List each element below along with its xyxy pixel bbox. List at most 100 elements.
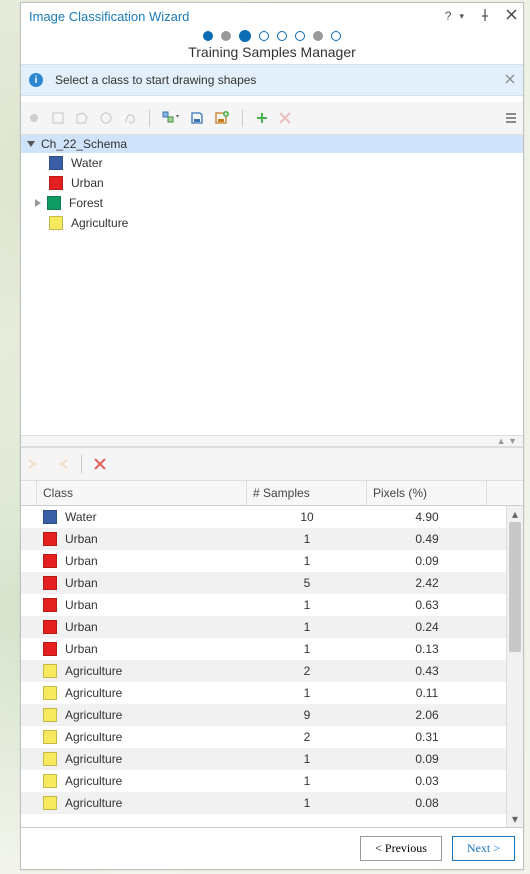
pin-icon[interactable] bbox=[472, 9, 490, 24]
table-row[interactable]: Agriculture92.06 bbox=[21, 704, 506, 726]
row-swatch bbox=[43, 730, 57, 744]
table-row[interactable]: Urban 52.42 bbox=[21, 572, 506, 594]
table-row[interactable]: Agriculture20.43 bbox=[21, 660, 506, 682]
options-dropdown-icon[interactable]: ▾ bbox=[459, 11, 464, 22]
scroll-thumb[interactable] bbox=[509, 522, 521, 652]
delete-icon[interactable] bbox=[94, 458, 106, 470]
col-class[interactable]: Class bbox=[37, 481, 247, 505]
row-swatch bbox=[43, 532, 57, 546]
segment-picker-icon[interactable] bbox=[162, 111, 180, 125]
table-row[interactable]: Water104.90 bbox=[21, 506, 506, 528]
table-row[interactable]: Urban10.09 bbox=[21, 550, 506, 572]
step-dot[interactable] bbox=[221, 31, 231, 41]
row-samples: 9 bbox=[247, 708, 367, 722]
step-dot[interactable] bbox=[295, 31, 305, 41]
add-icon[interactable] bbox=[255, 111, 269, 125]
step-dot[interactable] bbox=[313, 31, 323, 41]
class-swatch bbox=[49, 156, 63, 170]
splitter[interactable]: ▲ ▼ bbox=[21, 436, 523, 447]
info-close-icon[interactable] bbox=[505, 73, 515, 87]
row-pixels: 0.49 bbox=[367, 532, 487, 546]
scrollbar[interactable]: ▴ ▾ bbox=[506, 506, 523, 827]
tree-class-item[interactable]: Forest bbox=[21, 193, 523, 213]
row-pixels: 0.11 bbox=[367, 686, 487, 700]
info-text: Select a class to start drawing shapes bbox=[55, 73, 505, 87]
load-samples-icon[interactable] bbox=[214, 111, 230, 125]
table-body: Water104.90Urban10.49Urban10.09Urban52.4… bbox=[21, 506, 506, 827]
table-row[interactable]: Agriculture10.11 bbox=[21, 682, 506, 704]
table-row[interactable]: Urban10.49 bbox=[21, 528, 506, 550]
step-dot[interactable] bbox=[331, 31, 341, 41]
previous-button[interactable]: < Previous bbox=[360, 836, 442, 861]
row-samples: 1 bbox=[247, 796, 367, 810]
table-row[interactable]: Agriculture 10.08 bbox=[21, 792, 506, 814]
col-samples[interactable]: # Samples bbox=[247, 481, 367, 505]
step-dot[interactable] bbox=[203, 31, 213, 41]
row-samples: 2 bbox=[247, 730, 367, 744]
tree-class-item[interactable]: Agriculture bbox=[21, 213, 523, 233]
merge-icon bbox=[27, 457, 43, 471]
tree-class-item[interactable]: Urban bbox=[21, 173, 523, 193]
row-swatch bbox=[43, 664, 57, 678]
table-row[interactable]: Agriculture10.09 bbox=[21, 748, 506, 770]
expand-icon[interactable] bbox=[35, 199, 41, 207]
step-dot[interactable] bbox=[239, 30, 251, 42]
samples-table: Class # Samples Pixels (%) Water104.90Ur… bbox=[21, 481, 523, 827]
row-samples: 5 bbox=[247, 576, 367, 590]
row-pixels: 2.06 bbox=[367, 708, 487, 722]
row-class: Agriculture bbox=[65, 774, 122, 788]
row-pixels: 0.63 bbox=[367, 598, 487, 612]
step-dot[interactable] bbox=[277, 31, 287, 41]
table-row[interactable]: Urban10.13 bbox=[21, 638, 506, 660]
table-row[interactable]: Urban 10.63 bbox=[21, 594, 506, 616]
row-samples: 1 bbox=[247, 774, 367, 788]
row-samples: 1 bbox=[247, 598, 367, 612]
row-class: Urban bbox=[65, 532, 98, 546]
row-class: Urban bbox=[65, 554, 98, 568]
row-swatch bbox=[43, 576, 57, 590]
collapse-icon[interactable] bbox=[27, 141, 35, 147]
step-title: Training Samples Manager bbox=[21, 44, 523, 60]
col-pixels[interactable]: Pixels (%) bbox=[367, 481, 487, 505]
help-icon[interactable]: ? bbox=[445, 9, 452, 23]
class-swatch bbox=[47, 196, 61, 210]
class-label: Water bbox=[71, 156, 103, 170]
table-row[interactable]: Agriculture20.31 bbox=[21, 726, 506, 748]
samples-toolbar bbox=[21, 447, 523, 481]
schema-root[interactable]: Ch_22_Schema bbox=[21, 135, 523, 153]
row-pixels: 0.03 bbox=[367, 774, 487, 788]
row-pixels: 2.42 bbox=[367, 576, 487, 590]
menu-icon[interactable] bbox=[505, 112, 517, 124]
row-swatch bbox=[43, 686, 57, 700]
tree-class-item[interactable]: Water bbox=[21, 153, 523, 173]
class-swatch bbox=[49, 216, 63, 230]
row-swatch bbox=[43, 642, 57, 656]
circle-icon bbox=[99, 111, 113, 125]
row-pixels: 0.08 bbox=[367, 796, 487, 810]
class-swatch bbox=[49, 176, 63, 190]
close-icon[interactable] bbox=[498, 9, 517, 23]
row-class: Agriculture bbox=[65, 796, 122, 810]
scroll-up-icon[interactable]: ▴ bbox=[507, 506, 523, 522]
table-row[interactable]: Agriculture 10.03 bbox=[21, 770, 506, 792]
title-bar: Image Classification Wizard ? ▾ bbox=[21, 3, 523, 27]
save-icon[interactable] bbox=[190, 111, 204, 125]
row-pixels: 0.09 bbox=[367, 752, 487, 766]
step-dot[interactable] bbox=[259, 31, 269, 41]
row-class: Urban bbox=[65, 576, 98, 590]
scroll-down-icon[interactable]: ▾ bbox=[507, 811, 523, 827]
info-icon: i bbox=[29, 73, 43, 87]
next-button[interactable]: Next > bbox=[452, 836, 515, 861]
rectangle-icon bbox=[51, 111, 65, 125]
row-pixels: 0.09 bbox=[367, 554, 487, 568]
info-bar: i Select a class to start drawing shapes bbox=[21, 64, 523, 96]
scroll-track[interactable] bbox=[507, 522, 523, 811]
row-class: Urban bbox=[65, 598, 98, 612]
row-swatch bbox=[43, 752, 57, 766]
row-class: Urban bbox=[65, 620, 98, 634]
row-swatch bbox=[43, 708, 57, 722]
row-pixels: 0.13 bbox=[367, 642, 487, 656]
class-label: Urban bbox=[71, 176, 104, 190]
table-row[interactable]: Urban10.24 bbox=[21, 616, 506, 638]
class-label: Forest bbox=[69, 196, 103, 210]
